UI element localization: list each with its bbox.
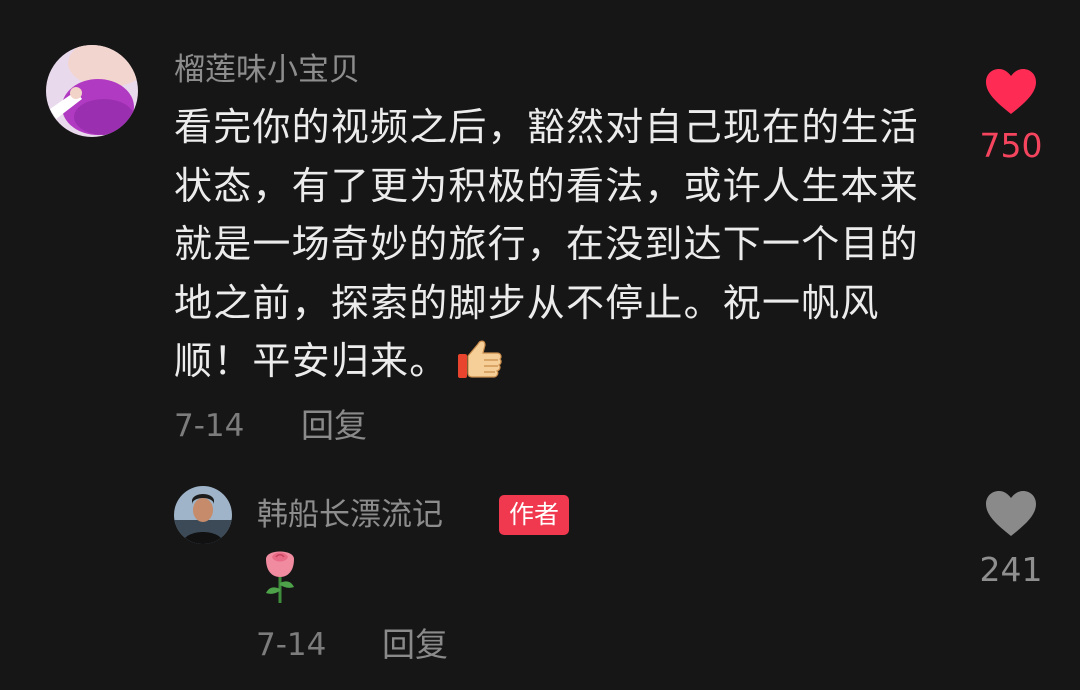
avatar-image [174,486,232,544]
comment-date: 7-14 [174,408,245,444]
thumbs-up-icon [458,340,503,378]
avatar-image [46,45,138,137]
reply-reply-button[interactable]: 回复 [382,627,448,663]
author-badge: 作者 [499,495,570,535]
comment-text: 看完你的视频之后，豁然对自己现在的生活状态，有了更为积极的看法，或许人生本来就是… [174,105,919,383]
rose-icon [266,551,294,603]
comment-thread: 榴莲味小宝贝 看完你的视频之后，豁然对自己现在的生活状态，有了更为积极的看法，或… [0,0,1080,690]
heart-icon [986,69,1036,114]
reply-date: 7-14 [256,627,327,663]
reply-like-button[interactable]: 241 [961,490,1061,590]
heart-outline-icon [986,491,1036,536]
like-button[interactable]: 750 [961,68,1061,166]
comment-body: 看完你的视频之后，豁然对自己现在的生活状态，有了更为积极的看法，或许人生本来就是… [174,98,934,391]
reply-avatar[interactable] [174,486,232,544]
comment-username[interactable]: 榴莲味小宝贝 [174,52,360,88]
like-count: 750 [979,126,1043,165]
reply-username[interactable]: 韩船长漂流记 [257,497,443,533]
avatar[interactable] [46,45,138,137]
reply-button[interactable]: 回复 [301,408,367,444]
reply-like-count: 241 [979,550,1043,589]
